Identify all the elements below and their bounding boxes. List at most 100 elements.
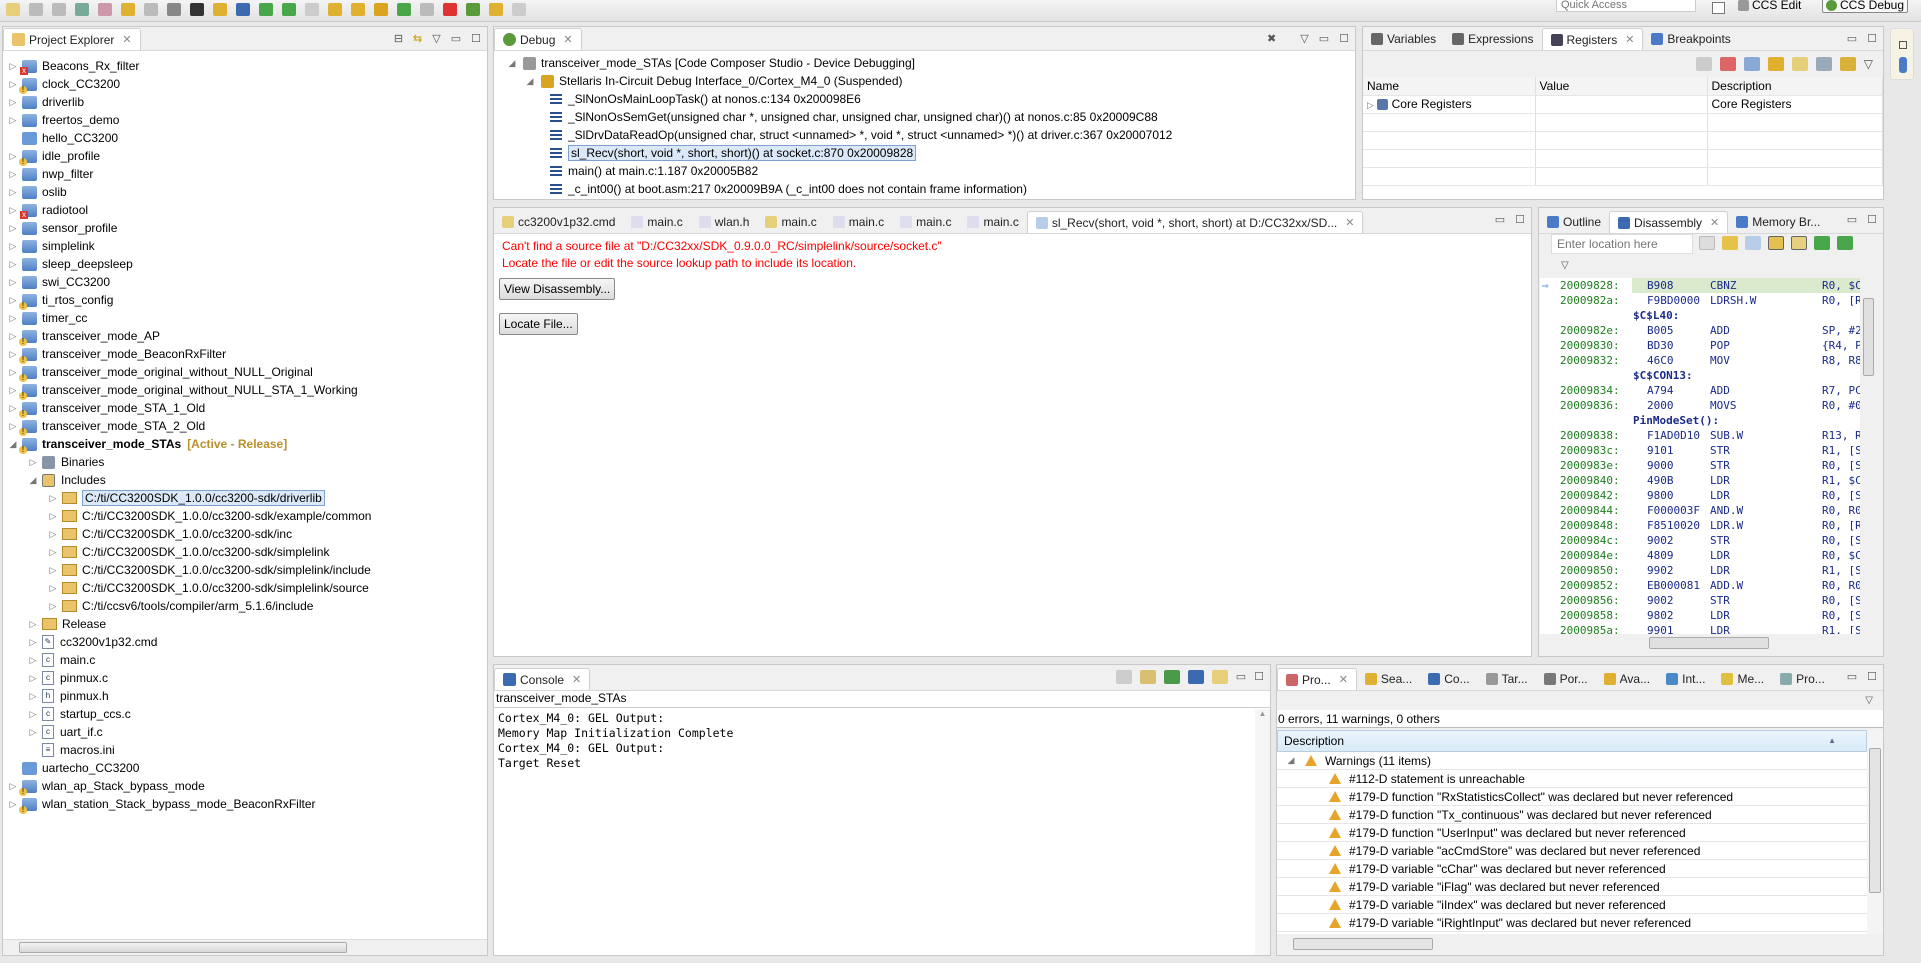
view-menu-icon[interactable]: ▽ (1864, 57, 1873, 71)
collapsed-icon[interactable]: ▷ (7, 349, 19, 360)
tree-item[interactable]: ▷ c pinmux.c (7, 669, 487, 687)
tab-variables[interactable]: Variables (1363, 28, 1444, 50)
vertical-scrollbar[interactable] (1867, 730, 1883, 934)
vertical-scrollbar[interactable]: ▲ (1255, 709, 1270, 955)
tab-main-c[interactable]: main.c (757, 211, 824, 233)
collapsed-icon[interactable]: ▷ (7, 223, 19, 234)
tree-item[interactable]: ▷ sleep_deepsleep (7, 255, 487, 273)
link-with-debug-icon[interactable] (1768, 236, 1784, 250)
expanded-icon[interactable]: ◢ (7, 439, 19, 450)
tree-item[interactable]: ▷transceiver_mode_STA_1_Old (7, 399, 487, 418)
toolbar-button-icon[interactable] (259, 3, 273, 16)
collapsed-icon[interactable]: ▷ (1367, 100, 1374, 110)
disassembly-line[interactable]: 2000983c: 9101 STR R1, [S (1540, 443, 1860, 458)
minimize-icon[interactable]: ▭ (1495, 213, 1505, 226)
tree-item[interactable]: ▷transceiver_mode_STA_2_Old (7, 417, 487, 436)
perspective-ccs-debug[interactable]: CCS Debug (1822, 0, 1909, 13)
tree-item[interactable]: hello_CC3200 (7, 129, 487, 147)
tree-item[interactable]: ▷idle_profile (7, 147, 487, 166)
maximize-icon[interactable]: ☐ (1339, 32, 1349, 45)
warnings-group[interactable]: ◢ Warnings (11 items) (1277, 752, 1867, 770)
close-icon[interactable]: ✕ (1339, 673, 1348, 686)
tree-item[interactable]: ▷ freertos_demo (7, 111, 487, 129)
tree-item[interactable]: ▷ c startup_ccs.c (7, 705, 487, 723)
tree-item[interactable]: ▷ timer_cc (7, 309, 487, 327)
tree-item[interactable]: ▷transceiver_mode_AP (7, 327, 487, 346)
collapse-icon[interactable] (1743, 57, 1760, 71)
scrollbar-thumb[interactable] (1869, 748, 1881, 893)
tab-pro[interactable]: Pro... ✕ (1277, 668, 1357, 690)
expanded-icon[interactable]: ◢ (506, 58, 518, 69)
tab-debug[interactable]: Debug ✕ (494, 28, 582, 50)
minimize-icon[interactable]: ▭ (1847, 32, 1857, 45)
problem-item[interactable]: #179-D function "RxStatisticsCollect" wa… (1277, 788, 1867, 806)
disassembly-label[interactable]: $C$CON13: (1540, 368, 1860, 383)
collapsed-icon[interactable]: ▷ (27, 709, 39, 720)
clear-console-icon[interactable] (1115, 670, 1132, 684)
column-header-value[interactable]: Value (1535, 77, 1708, 96)
collapsed-icon[interactable]: ▷ (7, 367, 19, 378)
toolbar-button-icon[interactable] (512, 3, 526, 16)
collapsed-icon[interactable]: ▷ (7, 277, 19, 288)
disassembly-line[interactable]: 2000982e: B005 ADD SP, #2 (1540, 323, 1860, 338)
toolbar-button-icon[interactable] (397, 3, 411, 16)
tab-pro[interactable]: Pro... (1772, 668, 1833, 690)
collapsed-icon[interactable]: ▷ (7, 781, 19, 792)
tree-item[interactable]: ◢transceiver_mode_STAs[Active - Release] (7, 435, 487, 454)
tab-registers[interactable]: Registers ✕ (1541, 28, 1644, 50)
disassembly-line[interactable]: 2000984c: 9002 STR R0, [S (1540, 533, 1860, 548)
toolbar-button-icon[interactable] (75, 3, 89, 16)
horizontal-scrollbar[interactable] (1283, 937, 1863, 951)
remove-terminated-icon[interactable]: ✖ (1267, 32, 1276, 45)
tab-main-c[interactable]: main.c (892, 211, 959, 233)
refresh-icon[interactable] (1722, 236, 1738, 250)
tree-item[interactable]: ▷ C:/ti/ccsv6/tools/compiler/arm_5.1.6/in… (7, 597, 487, 615)
disassembly-line[interactable]: 20009836: 2000 MOVS R0, #0 (1540, 398, 1860, 413)
close-icon[interactable]: ✕ (1345, 216, 1354, 229)
collapsed-icon[interactable]: ▷ (47, 565, 59, 576)
step-over-icon[interactable] (1837, 236, 1853, 250)
disassembly-line[interactable]: 20009830: BD30 POP {R4, P (1540, 338, 1860, 353)
view-menu-icon[interactable]: ▽ (1300, 32, 1308, 45)
disassembly-label[interactable]: PinModeSet(): (1540, 413, 1860, 428)
disassembly-line[interactable]: 20009838: F1AD0D10 SUB.W R13, R (1540, 428, 1860, 443)
tree-item[interactable]: ▷ h pinmux.h (7, 687, 487, 705)
registers-action-icon[interactable] (1695, 57, 1712, 71)
tab-por[interactable]: Por... (1536, 668, 1596, 690)
tab-project-explorer[interactable]: Project Explorer ✕ (3, 28, 141, 50)
collapse-all-icon[interactable]: ⊟ (394, 32, 403, 45)
expanded-icon[interactable]: ◢ (27, 475, 39, 486)
minimize-icon[interactable]: ▭ (1847, 213, 1857, 226)
disassembly-label[interactable]: $C$L40: (1540, 308, 1860, 323)
tab-main-c[interactable]: main.c (959, 211, 1026, 233)
display-console-icon[interactable] (1187, 670, 1204, 684)
tree-item[interactable]: ▷ Binaries (7, 453, 487, 471)
disassembly-line[interactable]: 20009840: 490B LDR R1, $C (1540, 473, 1860, 488)
disassembly-line[interactable]: 2000983e: 9000 STR R0, [S (1540, 458, 1860, 473)
tree-item[interactable]: uartecho_CC3200 (7, 759, 487, 777)
problem-item[interactable]: #179-D function "UserInput" was declared… (1277, 824, 1867, 842)
collapsed-icon[interactable]: ▷ (47, 511, 59, 522)
stack-frame[interactable]: _c_int00() at boot.asm:217 0x20009B9A (_… (544, 180, 1355, 198)
scrollbar-thumb[interactable] (1649, 637, 1769, 649)
collapsed-icon[interactable]: ▷ (7, 295, 19, 306)
quick-access-input[interactable] (1556, 0, 1696, 12)
expanded-icon[interactable]: ◢ (1285, 755, 1297, 766)
collapsed-icon[interactable]: ▷ (7, 61, 19, 72)
tree-item[interactable]: ▷ oslib (7, 183, 487, 201)
collapsed-icon[interactable]: ▷ (7, 385, 19, 396)
tree-item[interactable]: ▷transceiver_mode_original_without_NULL_… (7, 381, 487, 400)
disassembly-line[interactable]: 20009844: F000003F AND.W R0, R0 (1540, 503, 1860, 518)
tree-item[interactable]: ▷ C:/ti/CC3200SDK_1.0.0/cc3200-sdk/simple… (7, 543, 487, 561)
tree-item[interactable]: ▷wlan_ap_Stack_bypass_mode (7, 777, 487, 796)
tab-console[interactable]: Console ✕ (494, 668, 591, 690)
memory-browser-icon[interactable] (1899, 57, 1907, 73)
horizontal-scrollbar[interactable] (1629, 636, 1859, 650)
stack-frame[interactable]: _SlNonOsSemGet(unsigned char *, unsigned… (544, 108, 1355, 126)
horizontal-scrollbar[interactable] (3, 939, 487, 955)
tab-int[interactable]: Int... (1658, 668, 1713, 690)
toolbar-button-icon[interactable] (328, 3, 342, 16)
edit-icon[interactable] (1815, 57, 1832, 71)
add-icon[interactable] (1719, 57, 1736, 71)
collapsed-icon[interactable]: ▷ (7, 79, 19, 90)
